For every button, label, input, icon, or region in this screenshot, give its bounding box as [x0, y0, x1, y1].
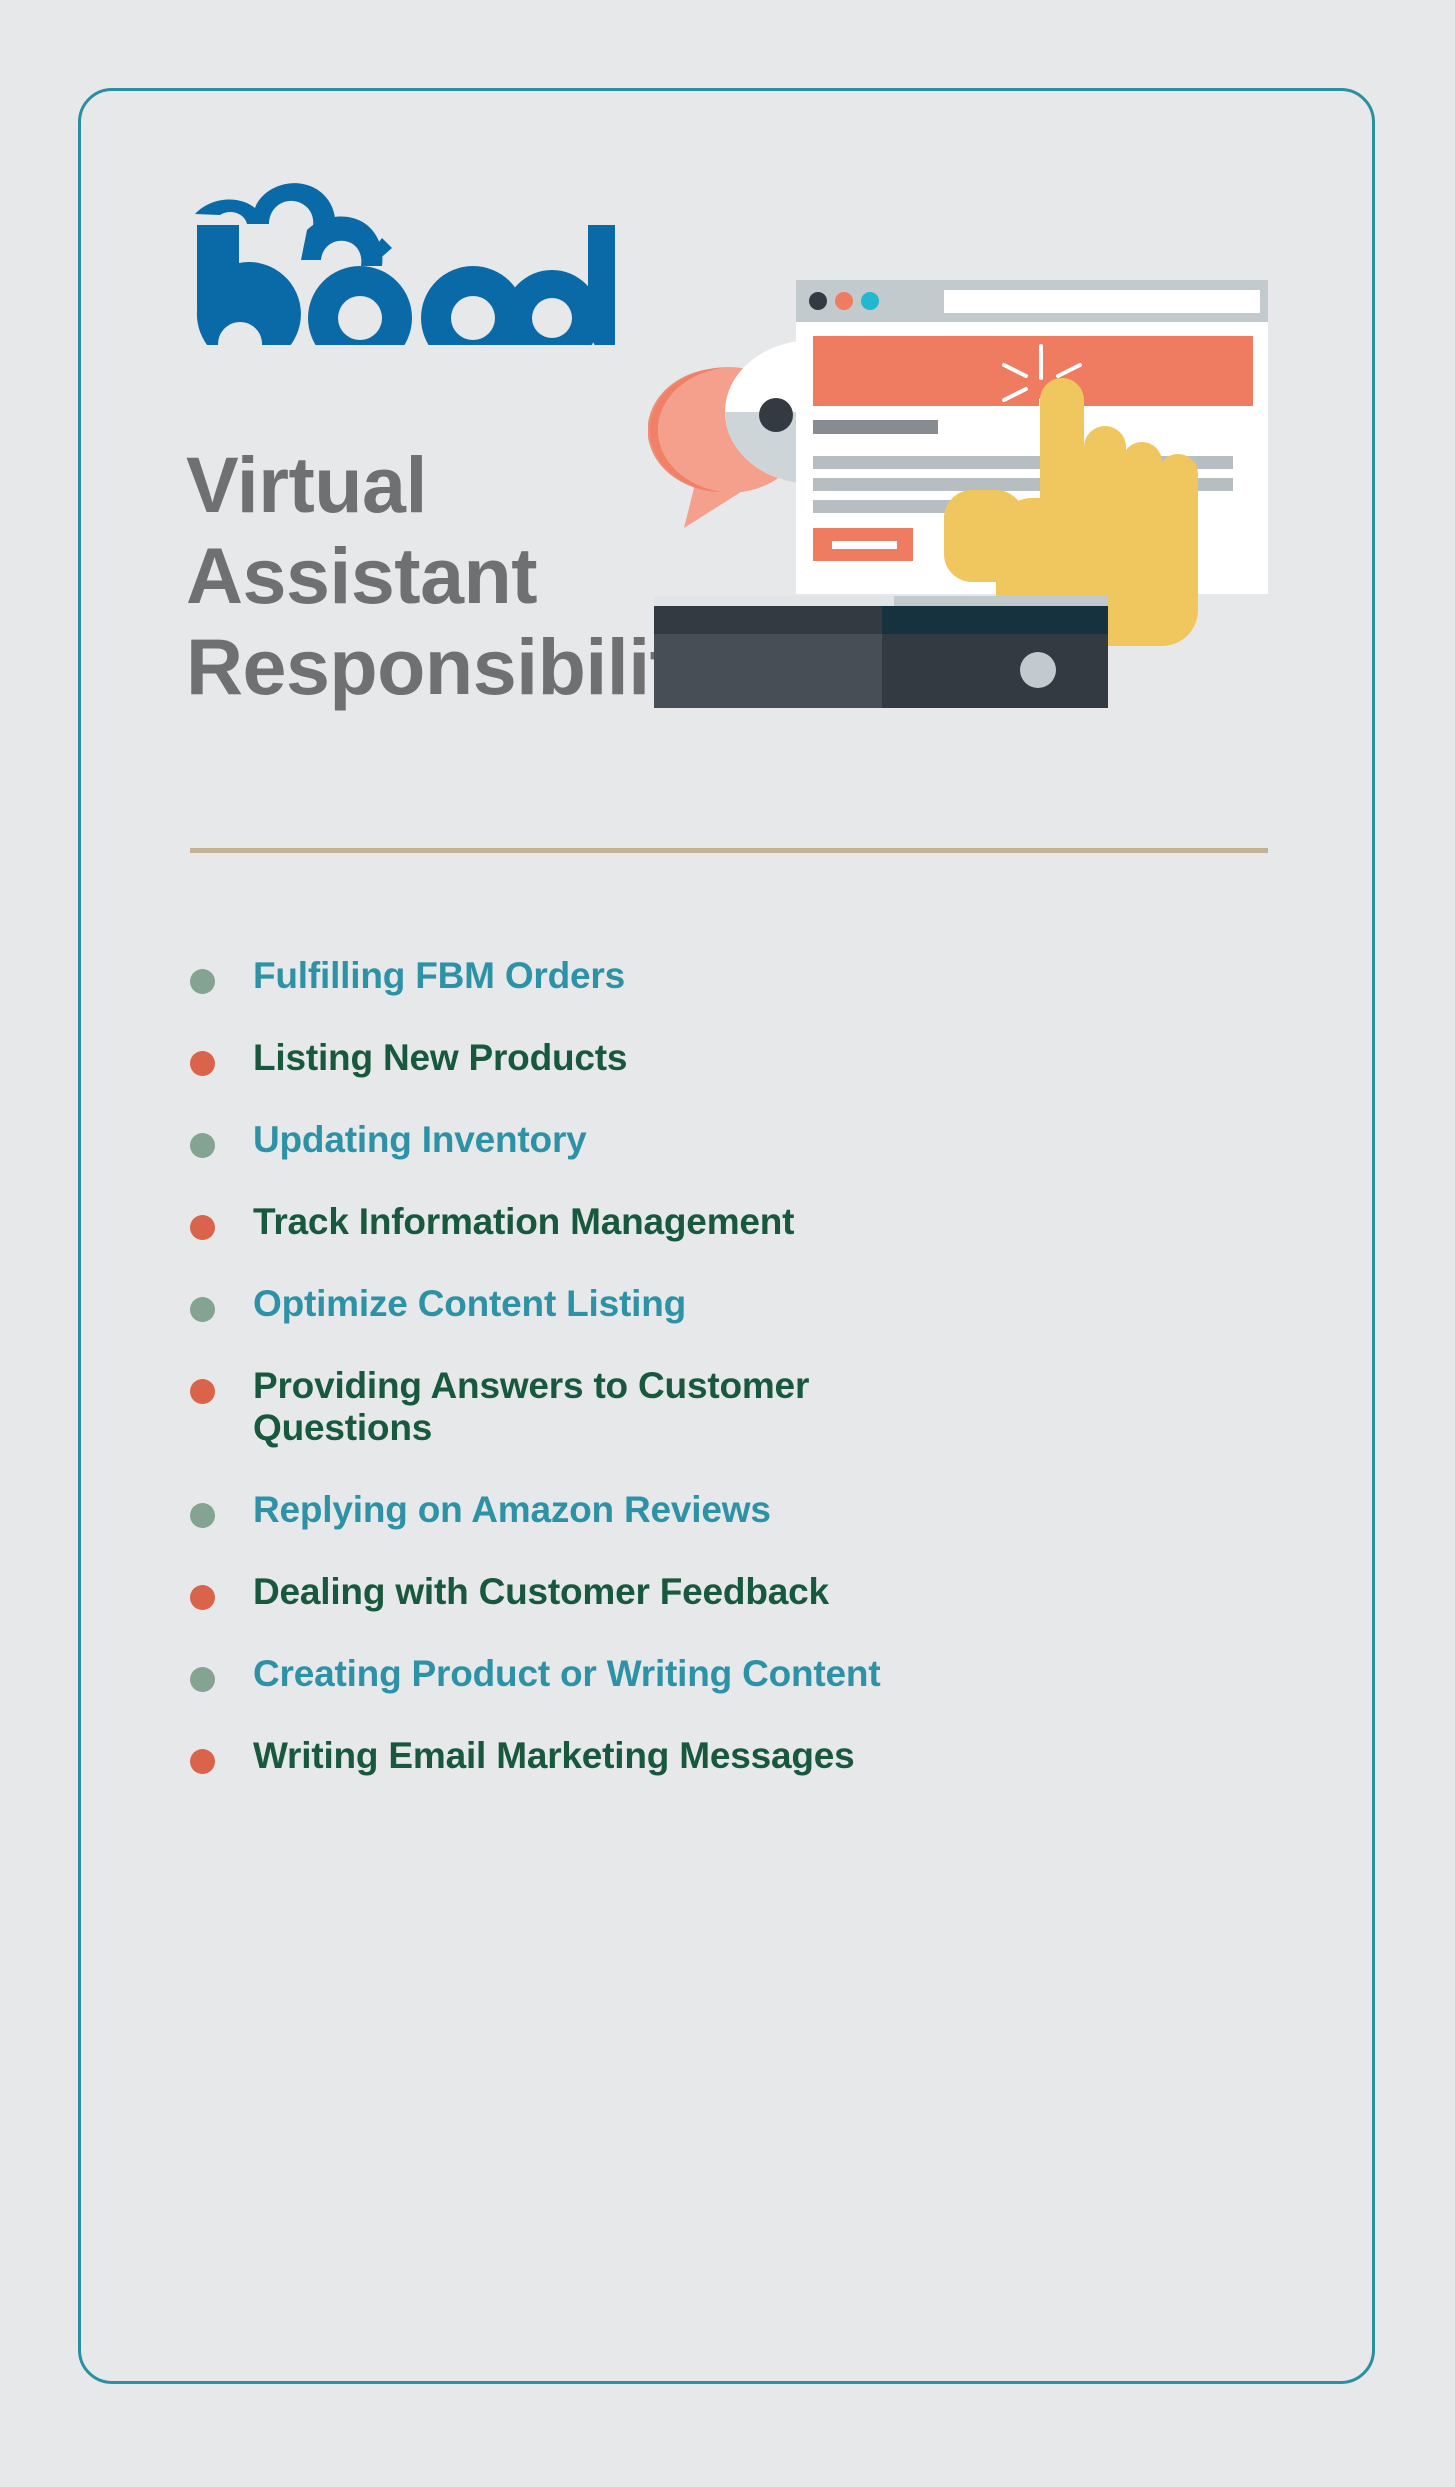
- browser-dot-teal: [861, 292, 879, 310]
- list-item: Replying on Amazon Reviews: [190, 1489, 1260, 1532]
- list-item: Updating Inventory: [190, 1119, 1260, 1162]
- bqool-logo: bqool: [185, 170, 640, 378]
- section-divider: [190, 848, 1268, 853]
- tablet-device-base: [654, 596, 1108, 722]
- bullet-dot: [190, 1132, 215, 1158]
- list-item-label: Replying on Amazon Reviews: [253, 1489, 771, 1531]
- list-item: Dealing with Customer Feedback: [190, 1571, 1260, 1614]
- list-item: Writing Email Marketing Messages: [190, 1735, 1260, 1778]
- list-item-label: Updating Inventory: [253, 1118, 587, 1160]
- bullet-dot: [190, 1667, 215, 1693]
- list-item: Listing New Products: [190, 1037, 1260, 1080]
- list-item-label: Listing New Products: [253, 1036, 628, 1078]
- bullet-dot: [190, 969, 215, 994]
- device-home-button: [1020, 652, 1056, 688]
- list-item-label: Optimize Content Listing: [253, 1282, 687, 1324]
- bullet-dot: [190, 1050, 215, 1076]
- list-item-label: Fulfilling FBM Orders: [253, 955, 625, 996]
- list-item: Optimize Content Listing: [190, 1283, 1260, 1326]
- bullet-dot: [190, 1378, 215, 1404]
- bullet-dot: [190, 1503, 215, 1529]
- hero-banner: [813, 336, 1253, 406]
- list-item: Creating Product or Writing Content: [190, 1653, 1260, 1696]
- bullet-dot: [190, 1585, 215, 1611]
- bullet-dot: [190, 1214, 215, 1240]
- list-item: Fulfilling FBM Orders: [190, 955, 1260, 998]
- list-item-label: Dealing with Customer Feedback: [253, 1571, 829, 1613]
- responsibilities-list: Fulfilling FBM Orders Listing New Produc…: [190, 955, 1260, 1817]
- browser-dot-dark: [809, 292, 827, 310]
- bullet-dot: [190, 1296, 215, 1322]
- list-item: Track Information Management: [190, 1201, 1260, 1244]
- list-item-label: Track Information Management: [253, 1200, 795, 1242]
- browser-url-bar: [944, 290, 1260, 313]
- browser-dot-salmon: [835, 292, 853, 310]
- list-item: Providing Answers to Customer Questions: [190, 1365, 970, 1451]
- bullet-dot: [190, 1749, 215, 1775]
- list-item-label: Creating Product or Writing Content: [253, 1653, 881, 1695]
- click-illustration: [647, 258, 1288, 722]
- list-item-label: Providing Answers to Customer Questions: [253, 1364, 810, 1449]
- list-item-label: Writing Email Marketing Messages: [253, 1735, 855, 1777]
